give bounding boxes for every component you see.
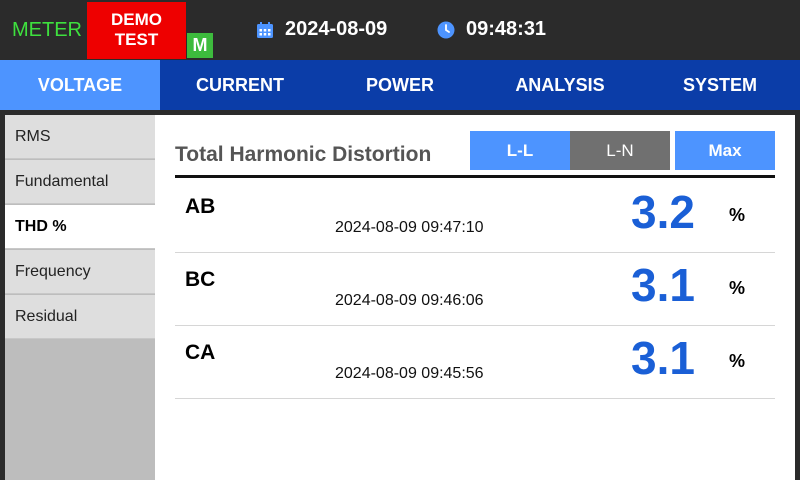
- unit-label: %: [729, 278, 746, 298]
- current-time: 09:48:31: [466, 18, 547, 40]
- unit-label: %: [729, 205, 746, 225]
- phase-label-bc: BC: [185, 268, 216, 291]
- sidebar-item-fundamental[interactable]: Fundamental: [5, 160, 155, 204]
- max-button[interactable]: Max: [675, 131, 775, 170]
- clock-icon: [437, 21, 455, 39]
- current-date: 2024-08-09: [285, 18, 388, 40]
- panel-title: Total Harmonic Distortion: [175, 143, 432, 166]
- thd-value-ab: 3.2: [631, 186, 695, 238]
- tab-voltage[interactable]: VOLTAGE: [0, 60, 160, 110]
- demo-test-badge: DEMO TEST: [87, 2, 186, 59]
- table-row: AB 2024-08-09 09:47:10 3.2 %: [175, 179, 775, 253]
- tab-power[interactable]: POWER: [320, 60, 480, 110]
- table-row: BC 2024-08-09 09:46:06 3.1 %: [175, 252, 775, 326]
- sidebar-item-rms[interactable]: RMS: [5, 115, 155, 159]
- thd-value-bc: 3.1: [631, 259, 695, 311]
- thd-value-ca: 3.1: [631, 332, 695, 384]
- demo-badge-line2: TEST: [114, 30, 159, 49]
- unit-label: %: [729, 351, 746, 371]
- main-tab-bar: VOLTAGE CURRENT POWER ANALYSIS SYSTEM: [0, 60, 800, 110]
- row-timestamp: 2024-08-09 09:46:06: [335, 292, 484, 309]
- row-timestamp: 2024-08-09 09:45:56: [335, 365, 484, 382]
- phase-label-ca: CA: [185, 341, 216, 364]
- title-divider: [175, 175, 775, 178]
- line-to-line-button[interactable]: L-L: [470, 131, 570, 170]
- row-timestamp: 2024-08-09 09:47:10: [335, 219, 484, 236]
- phase-label-ab: AB: [185, 195, 216, 218]
- sidebar-item-residual[interactable]: Residual: [5, 295, 155, 339]
- tab-system[interactable]: SYSTEM: [640, 60, 800, 110]
- tab-current[interactable]: CURRENT: [160, 60, 320, 110]
- thd-panel: Total Harmonic Distortion L-L L-N Max AB…: [155, 115, 795, 480]
- mode-badge: M: [187, 33, 213, 58]
- calendar-icon: [257, 22, 273, 38]
- table-row: CA 2024-08-09 09:45:56 3.1 %: [175, 325, 775, 399]
- line-to-neutral-button[interactable]: L-N: [570, 131, 670, 170]
- sidebar: RMS Fundamental THD % Frequency Residual: [5, 115, 155, 480]
- top-status-bar: METER DEMO TEST M 2024-08-09 09:48:31: [0, 0, 800, 60]
- meter-label: METER: [12, 19, 82, 41]
- tab-analysis[interactable]: ANALYSIS: [480, 60, 640, 110]
- sidebar-item-thd[interactable]: THD %: [5, 205, 155, 249]
- sidebar-item-frequency[interactable]: Frequency: [5, 250, 155, 294]
- demo-badge-line1: DEMO: [111, 10, 162, 29]
